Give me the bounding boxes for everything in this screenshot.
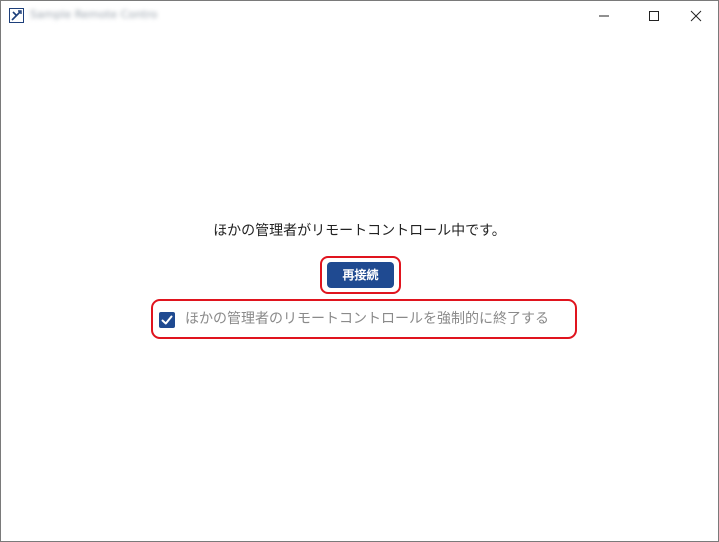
window-title: Sample Remote Control (30, 8, 158, 21)
force-end-label[interactable]: ほかの管理者のリモートコントロールを強制的に終了する (185, 309, 575, 329)
minimize-icon (599, 15, 609, 17)
app-logo-icon (9, 8, 24, 23)
remote-control-window: Sample Remote Control ほかの管理者がリモートコントロール中… (0, 0, 719, 542)
force-end-checkbox[interactable] (159, 312, 175, 328)
dialog-content: ほかの管理者がリモートコントロール中です。 再接続 ほかの管理者のリモートコント… (1, 31, 718, 541)
reconnect-button[interactable]: 再接続 (327, 262, 394, 288)
checkmark-icon (161, 315, 173, 325)
maximize-button[interactable] (631, 1, 677, 31)
maximize-icon (649, 11, 659, 21)
minimize-button[interactable] (581, 1, 627, 31)
status-message: ほかの管理者がリモートコントロール中です。 (213, 223, 506, 239)
title-bar[interactable]: Sample Remote Control (1, 1, 718, 31)
close-button[interactable] (673, 1, 719, 31)
close-icon (690, 10, 702, 22)
